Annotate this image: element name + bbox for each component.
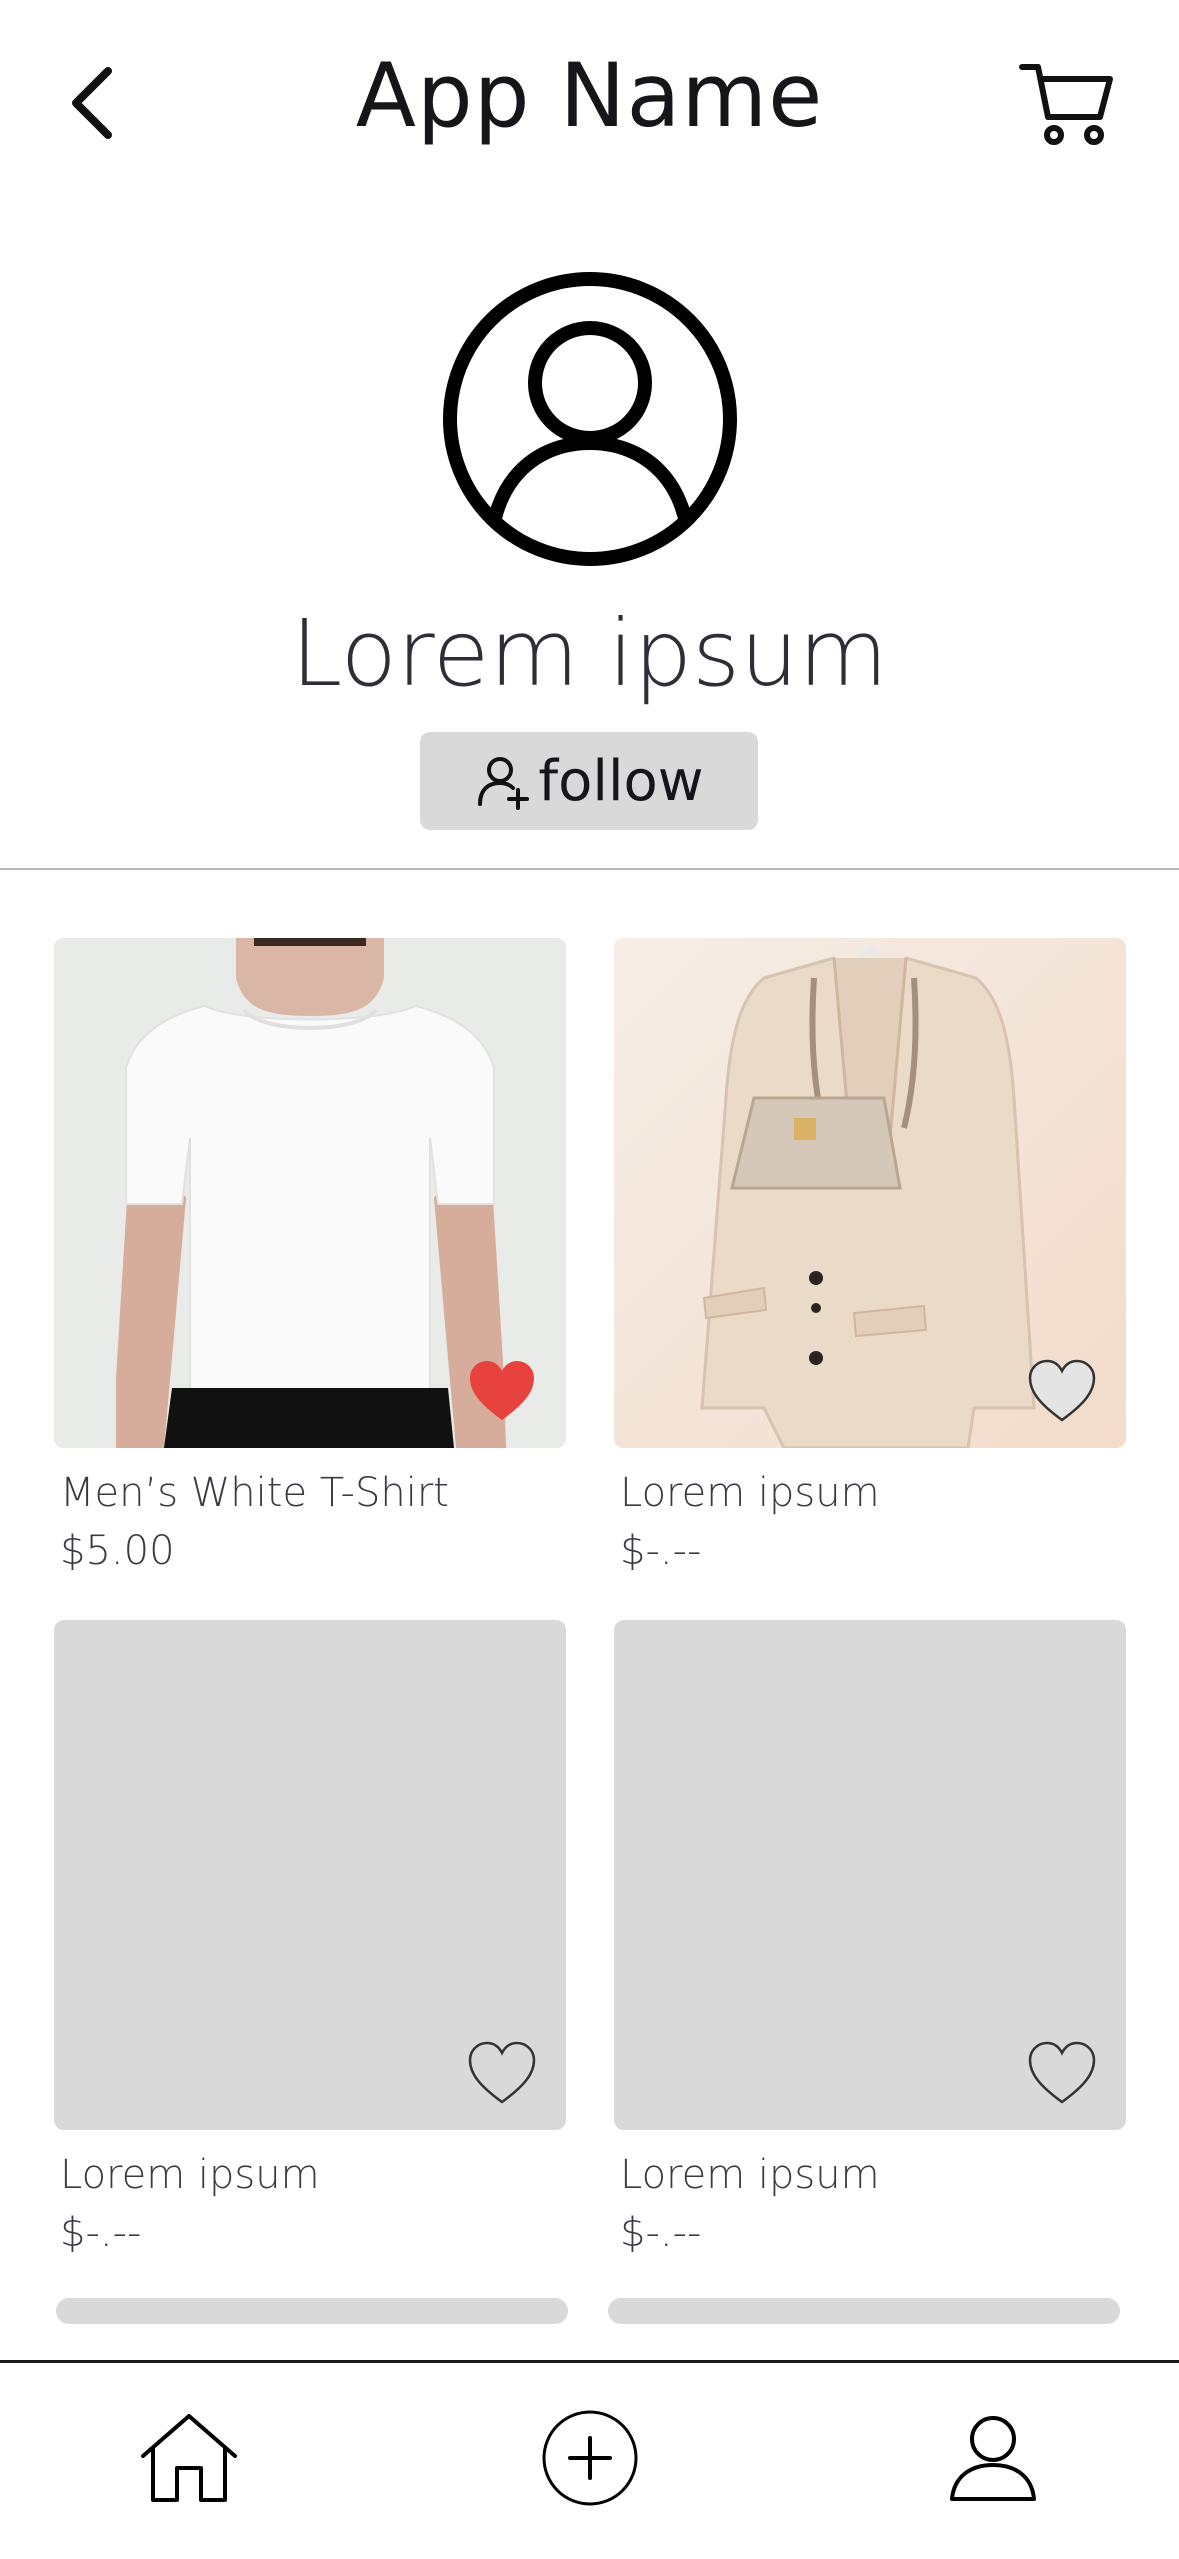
tab-home[interactable] <box>134 2403 244 2513</box>
product-price: $-.-- <box>620 1528 702 1574</box>
product-title: Men’s White T-Shirt <box>60 1470 449 1516</box>
tab-profile[interactable] <box>938 2403 1048 2513</box>
product-title: Lorem ipsum <box>620 1470 880 1516</box>
product-title: Lorem ipsum <box>620 2152 880 2198</box>
product-image-coat[interactable] <box>614 938 1126 1448</box>
favorite-heart-icon[interactable] <box>1026 1356 1098 1428</box>
product-title: Lorem ipsum <box>60 2152 320 2198</box>
favorite-heart-icon[interactable] <box>1026 2038 1098 2110</box>
product-price: $5.00 <box>60 1528 175 1574</box>
favorite-heart-icon[interactable] <box>466 1356 538 1428</box>
profile-name: Lorem ipsum <box>290 600 888 707</box>
favorite-heart-icon[interactable] <box>466 2038 538 2110</box>
product-image-placeholder[interactable] <box>54 1620 566 2130</box>
loading-placeholder-bar <box>608 2298 1120 2324</box>
user-icon <box>950 2416 1036 2501</box>
product-price: $-.-- <box>620 2210 702 2256</box>
product-price: $-.-- <box>60 2210 142 2256</box>
follow-label: follow <box>538 748 704 814</box>
divider <box>0 868 1179 870</box>
cart-icon <box>1019 64 1113 145</box>
user-plus-icon <box>474 752 532 810</box>
product-image-placeholder[interactable] <box>614 1620 1126 2130</box>
home-icon <box>141 2414 237 2502</box>
tab-add[interactable] <box>535 2403 645 2513</box>
product-image-tshirt[interactable] <box>54 938 566 1448</box>
loading-placeholder-bar <box>56 2298 568 2324</box>
app-header: App Name <box>0 0 1179 200</box>
follow-button[interactable]: follow <box>420 732 758 830</box>
avatar[interactable] <box>439 268 741 570</box>
plus-circle-icon <box>542 2410 638 2506</box>
cart-button[interactable] <box>1016 56 1116 152</box>
app-title: App Name <box>355 44 824 147</box>
bottom-tab-bar <box>0 2360 1179 2559</box>
user-circle-icon <box>443 272 737 566</box>
